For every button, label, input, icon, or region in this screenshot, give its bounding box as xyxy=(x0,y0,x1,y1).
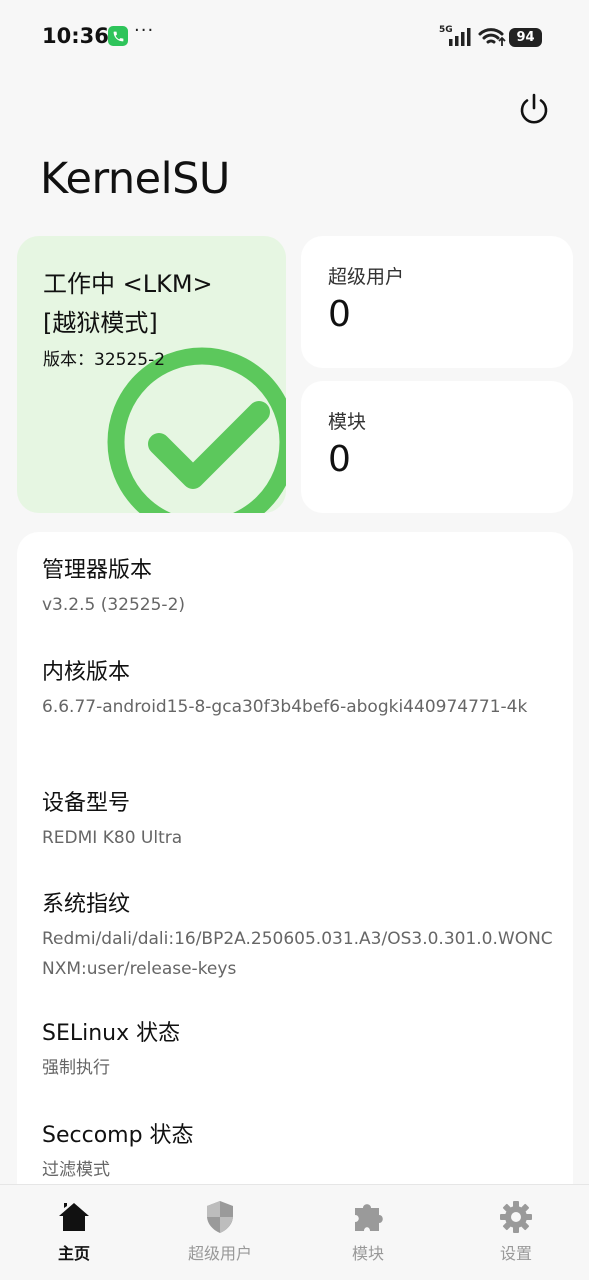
nav-item-home[interactable]: 主页 xyxy=(19,1185,129,1280)
superuser-count: 0 xyxy=(328,294,351,335)
module-count-card[interactable]: 模块 0 xyxy=(301,381,573,513)
info-title: SELinux 状态 xyxy=(42,1021,181,1046)
module-label: 模块 xyxy=(328,411,367,433)
info-title: 管理器版本 xyxy=(42,558,153,583)
kernelsu-version: 版本：32525-2 xyxy=(43,350,166,370)
info-value: v3.2.5 (32525-2) xyxy=(42,595,186,615)
nav-label: 超级用户 xyxy=(187,1244,252,1263)
puzzle-icon xyxy=(350,1199,386,1235)
status-bar: 10:36 ··· 5G 94 xyxy=(0,0,589,72)
nav-label: 主页 xyxy=(57,1244,90,1263)
signal-icon xyxy=(448,28,472,50)
nav-label: 模块 xyxy=(351,1244,384,1263)
info-title: 系统指纹 xyxy=(42,892,131,917)
info-item-kernel-version: 内核版本 6.6.77-android15-8-gca30f3b4bef6-ab… xyxy=(42,658,557,722)
shield-icon xyxy=(202,1199,238,1235)
system-info-card: 管理器版本 v3.2.5 (32525-2) 内核版本 6.6.77-andro… xyxy=(17,532,573,1232)
home-icon xyxy=(56,1199,92,1235)
working-status-text: 工作中 <LKM> xyxy=(43,270,213,298)
nav-item-settings[interactable]: 设置 xyxy=(461,1185,571,1280)
info-title: 设备型号 xyxy=(42,791,131,816)
superuser-label: 超级用户 xyxy=(328,266,405,288)
nav-label: 设置 xyxy=(499,1244,532,1263)
gear-icon xyxy=(498,1199,534,1235)
phone-call-icon xyxy=(108,26,128,46)
wifi-icon xyxy=(478,27,506,51)
info-item-seccomp: Seccomp 状态 过滤模式 xyxy=(42,1121,557,1185)
info-value: 6.6.77-android15-8-gca30f3b4bef6-abogki4… xyxy=(42,697,528,717)
status-more-dots: ··· xyxy=(134,20,155,41)
info-title: 内核版本 xyxy=(42,660,131,685)
working-status-card[interactable]: 工作中 <LKM> [越狱模式] 版本：32525-2 xyxy=(17,236,286,513)
bottom-navigation: 主页 超级用户 模块 设置 xyxy=(0,1184,589,1280)
info-value: Redmi/dali/dali:16/BP2A.250605.031.A3/OS… xyxy=(42,929,553,979)
nav-item-modules[interactable]: 模块 xyxy=(313,1185,423,1280)
info-item-selinux: SELinux 状态 强制执行 xyxy=(42,1019,557,1083)
info-value: 强制执行 xyxy=(42,1058,110,1078)
working-mode-text: [越狱模式] xyxy=(43,309,158,337)
info-value: 过滤模式 xyxy=(42,1160,110,1180)
page-title: KernelSU xyxy=(40,154,230,204)
battery-level: 94 xyxy=(509,28,542,47)
status-time: 10:36 xyxy=(42,24,109,48)
info-value: REDMI K80 Ultra xyxy=(42,828,183,848)
info-item-manager-version: 管理器版本 v3.2.5 (32525-2) xyxy=(42,556,557,620)
superuser-count-card[interactable]: 超级用户 0 xyxy=(301,236,573,368)
info-item-device-model: 设备型号 REDMI K80 Ultra xyxy=(42,789,557,853)
nav-item-superuser[interactable]: 超级用户 xyxy=(165,1185,275,1280)
info-title: Seccomp 状态 xyxy=(42,1123,194,1148)
module-count: 0 xyxy=(328,439,351,480)
power-icon xyxy=(520,93,548,124)
power-button[interactable] xyxy=(517,92,551,126)
info-item-fingerprint: 系统指纹 Redmi/dali/dali:16/BP2A.250605.031.… xyxy=(42,890,557,984)
